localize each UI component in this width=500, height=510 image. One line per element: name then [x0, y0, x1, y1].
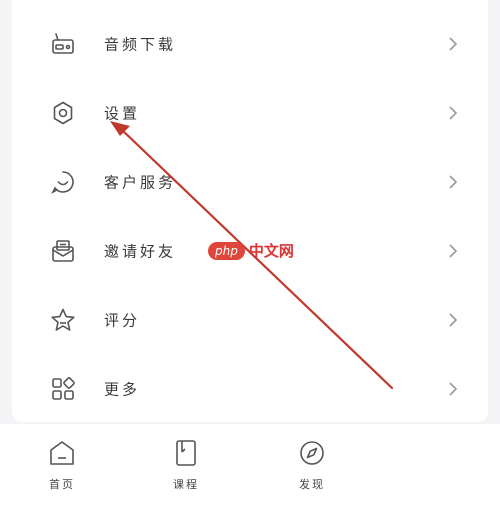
tab-label: 课程 — [173, 478, 199, 491]
menu-item-label: 设置 — [104, 104, 141, 122]
menu-item-label: 邀请好友 — [104, 242, 177, 260]
menu-item-invite-friends[interactable]: 邀请好友 — [12, 216, 488, 285]
menu-item-settings[interactable]: 设置 — [12, 78, 488, 147]
menu-item-audio-download[interactable]: 音频下载 — [12, 9, 488, 78]
tab-bar-right — [332, 424, 500, 510]
menu-item-label: 音频下载 — [104, 35, 177, 53]
tab-discover[interactable]: 发现 — [282, 438, 342, 510]
chat-icon — [48, 167, 78, 197]
chevron-right-icon — [449, 174, 458, 189]
tab-courses[interactable]: 课程 — [156, 438, 216, 510]
radio-icon — [48, 29, 78, 59]
menu-item-rating[interactable]: 评分 — [12, 285, 488, 354]
chevron-right-icon — [449, 381, 458, 396]
chevron-right-icon — [449, 312, 458, 327]
menu-card: 音频下载 设置 客户服务 邀请好友 评分 更多 — [12, 0, 488, 422]
home-icon — [50, 441, 74, 465]
menu-item-customer-service[interactable]: 客户服务 — [12, 147, 488, 216]
menu-item-more[interactable]: 更多 — [12, 354, 488, 423]
mail-icon — [48, 236, 78, 266]
grid-icon — [48, 374, 78, 404]
compass-icon — [300, 441, 324, 465]
chevron-right-icon — [449, 36, 458, 51]
menu-item-label: 更多 — [104, 380, 141, 398]
tab-home[interactable]: 首页 — [32, 438, 92, 510]
star-icon — [48, 305, 78, 335]
menu-item-label: 评分 — [104, 311, 141, 329]
chevron-right-icon — [449, 243, 458, 258]
chevron-right-icon — [449, 105, 458, 120]
tab-label: 首页 — [49, 478, 75, 491]
menu-item-label: 客户服务 — [104, 173, 177, 191]
book-icon — [176, 440, 196, 466]
tab-label: 发现 — [299, 478, 325, 491]
gear-icon — [48, 98, 78, 128]
